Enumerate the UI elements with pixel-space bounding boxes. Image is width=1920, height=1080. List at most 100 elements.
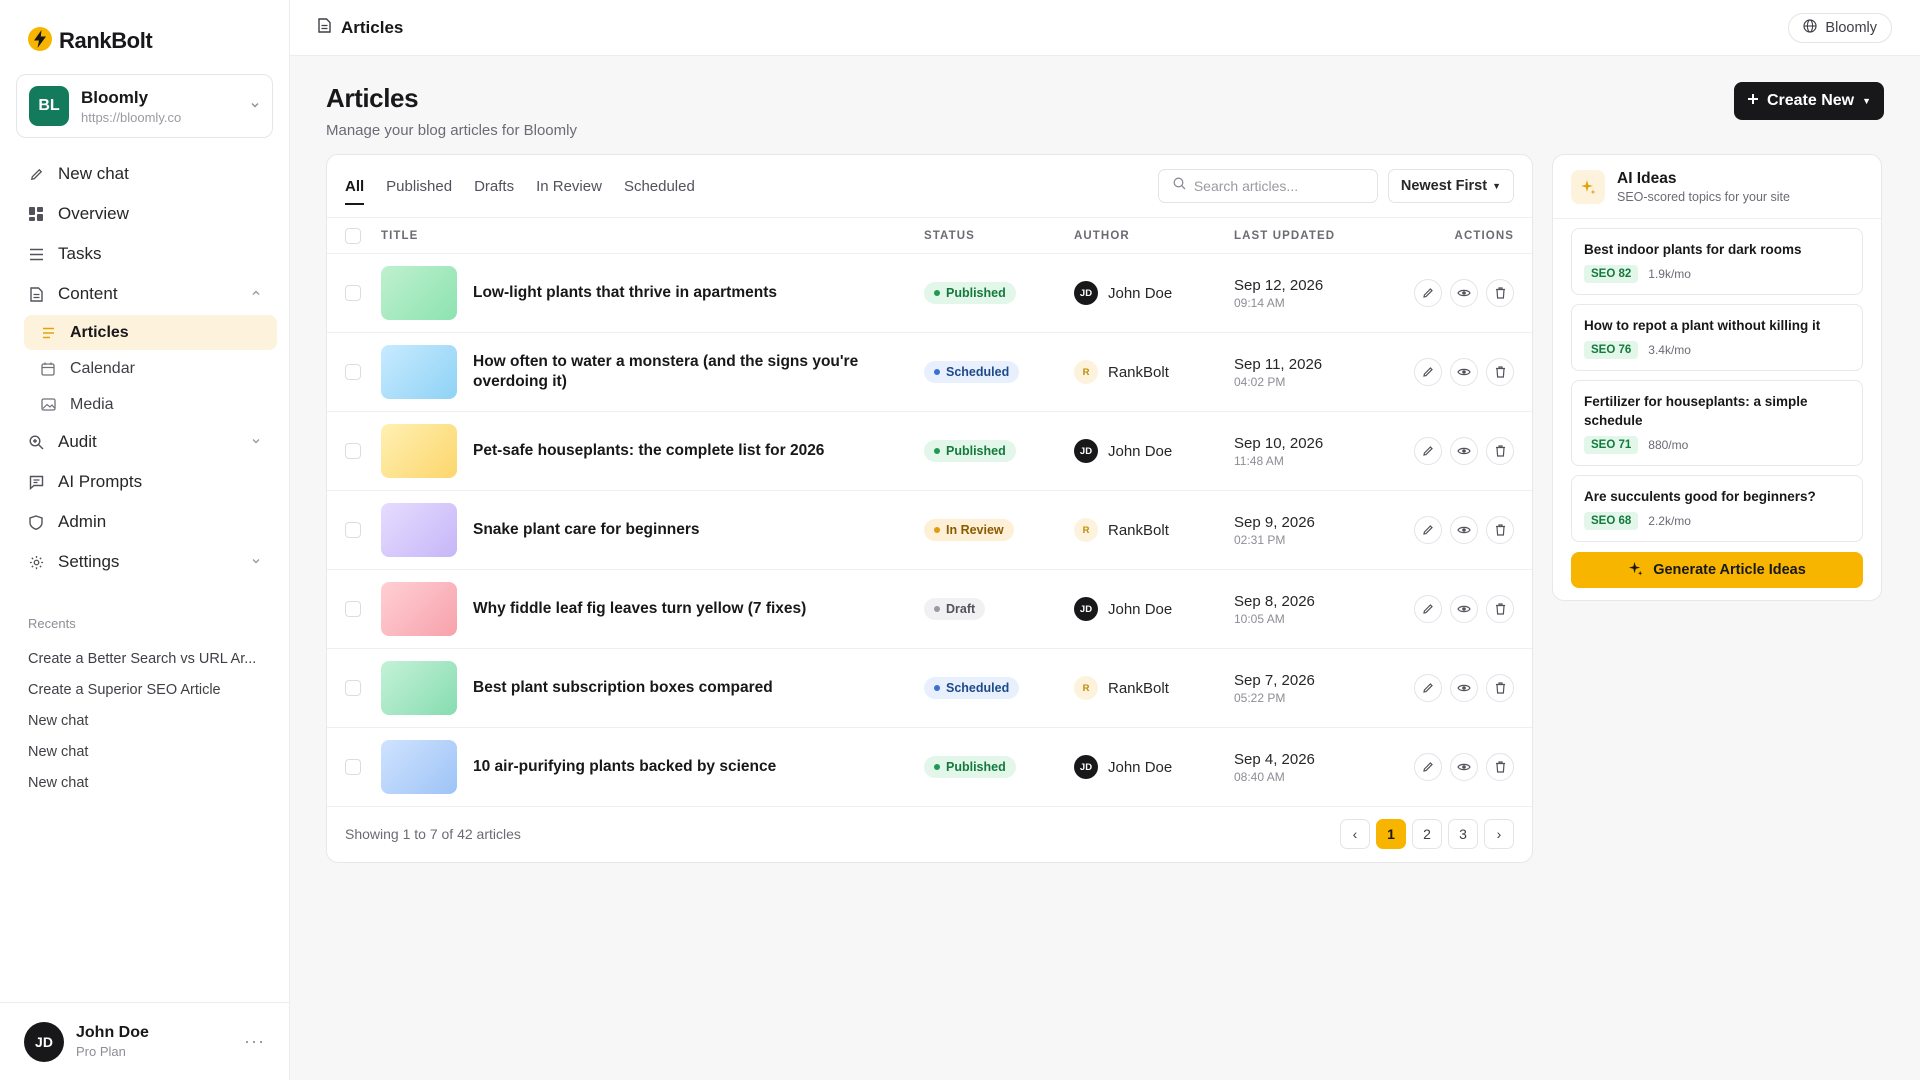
nav-admin[interactable]: Admin [12,502,277,542]
column-last-updated: LAST UPDATED [1234,229,1336,242]
topbar-title: Articles [341,17,404,37]
prev-page-button[interactable]: ‹ [1340,819,1370,849]
row-checkbox[interactable] [345,443,361,459]
row-checkbox[interactable] [345,522,361,538]
create-new-button[interactable]: Create New ▼ [1734,82,1884,120]
table-row: 10 air-purifying plants backed by scienc… [327,728,1532,807]
article-title[interactable]: Low-light plants that thrive in apartmen… [473,283,873,303]
page-title: Articles [326,83,419,113]
more-icon[interactable]: ··· [244,1031,265,1052]
tab-published[interactable]: Published [386,172,452,201]
nav-overview[interactable]: Overview [12,194,277,234]
next-page-button[interactable]: › [1484,819,1514,849]
brand-name: RankBolt [59,28,153,53]
recent-chat[interactable]: New chat [0,767,289,798]
nav-audit[interactable]: Audit [12,422,277,462]
user-name: John Doe [76,1024,149,1041]
magnifier-plus-icon [28,434,44,450]
edit-icon[interactable] [1414,753,1442,781]
user-profile[interactable]: JD John Doe Pro Plan ··· [0,1002,289,1080]
trash-icon[interactable] [1486,437,1514,465]
column-author: AUTHOR [1074,229,1130,242]
article-title[interactable]: Best plant subscription boxes compared [473,678,873,698]
nav-settings[interactable]: Settings [12,542,277,582]
status-badge: In Review [924,519,1014,541]
edit-icon[interactable] [1414,516,1442,544]
tab-all[interactable]: All [345,172,365,205]
article-title[interactable]: How often to water a monstera (and the s… [473,352,873,392]
site-switcher[interactable]: Bloomly [1788,12,1892,43]
nav-calendar[interactable]: Calendar [24,351,277,386]
sort-dropdown[interactable]: Newest First ▼ [1387,169,1514,203]
idea-card[interactable]: Are succulents good for beginners? SEO 6… [1571,475,1863,542]
eye-icon[interactable] [1450,516,1478,544]
row-checkbox[interactable] [345,364,361,380]
table-header: TITLE STATUS AUTHOR LAST UPDATED ACTIONS [327,218,1532,254]
eye-icon[interactable] [1450,279,1478,307]
trash-icon[interactable] [1486,279,1514,307]
workspace-url: https://bloomly.co [81,109,182,125]
trash-icon[interactable] [1486,516,1514,544]
edit-icon[interactable] [1414,595,1442,623]
edit-icon[interactable] [1414,674,1442,702]
nav-media[interactable]: Media [24,387,277,422]
eye-icon[interactable] [1450,358,1478,386]
chevron-down-icon [250,99,260,113]
eye-icon[interactable] [1450,753,1478,781]
idea-card[interactable]: How to repot a plant without killing it … [1571,304,1863,371]
edit-icon[interactable] [1414,437,1442,465]
page-button-2[interactable]: 2 [1412,819,1442,849]
workspace-switcher[interactable]: BL Bloomly https://bloomly.co [16,74,273,138]
select-all-checkbox[interactable] [345,227,361,244]
tab-in-review[interactable]: In Review [536,172,602,201]
edit-icon[interactable] [1414,358,1442,386]
nav-new-chat[interactable]: New chat [12,154,277,194]
updated-date: Sep 12, 2026 [1234,276,1324,294]
recent-chat[interactable]: Create a Superior SEO Article [0,674,289,705]
document-icon [318,17,331,38]
nav-tasks-label: Tasks [58,244,102,263]
nav-tasks[interactable]: Tasks [12,234,277,274]
eye-icon[interactable] [1450,595,1478,623]
recent-chat[interactable]: Create a Better Search vs URL Ar... [0,643,289,674]
nav-content-label: Content [58,284,118,303]
row-checkbox[interactable] [345,759,361,775]
idea-card[interactable]: Best indoor plants for dark rooms SEO 82… [1571,228,1863,295]
article-title[interactable]: Pet-safe houseplants: the complete list … [473,441,873,461]
recent-chat[interactable]: New chat [0,705,289,736]
recent-chat[interactable]: New chat [0,736,289,767]
ideas-subtitle: SEO-scored topics for your site [1617,189,1790,204]
brand[interactable]: RankBolt [0,0,289,58]
status-badge: Draft [924,598,986,620]
article-title[interactable]: Snake plant care for beginners [473,520,873,540]
nav-new-chat-label: New chat [58,164,129,183]
trash-icon[interactable] [1486,674,1514,702]
tab-drafts[interactable]: Drafts [474,172,514,201]
row-checkbox[interactable] [345,285,361,301]
trash-icon[interactable] [1486,595,1514,623]
row-checkbox[interactable] [345,601,361,617]
search-input[interactable] [1193,178,1363,194]
nav-content[interactable]: Content [12,274,277,314]
nav-ai-prompts[interactable]: AI Prompts [12,462,277,502]
page-button-1[interactable]: 1 [1376,819,1406,849]
article-title[interactable]: 10 air-purifying plants backed by scienc… [473,757,873,777]
grid-icon [28,206,44,222]
row-checkbox[interactable] [345,680,361,696]
nav-articles-label: Articles [70,323,129,341]
eye-icon[interactable] [1450,674,1478,702]
globe-icon [1803,18,1818,37]
page-button-3[interactable]: 3 [1448,819,1478,849]
trash-icon[interactable] [1486,753,1514,781]
article-thumbnail [381,582,457,636]
trash-icon[interactable] [1486,358,1514,386]
article-title[interactable]: Why fiddle leaf fig leaves turn yellow (… [473,599,873,619]
edit-icon[interactable] [1414,279,1442,307]
idea-card[interactable]: Fertilizer for houseplants: a simple sch… [1571,380,1863,466]
updated-time: 04:02 PM [1234,374,1286,389]
generate-ideas-button[interactable]: Generate Article Ideas [1571,552,1863,588]
updated-date: Sep 7, 2026 [1234,671,1315,689]
eye-icon[interactable] [1450,437,1478,465]
tab-scheduled[interactable]: Scheduled [624,172,695,201]
nav-articles[interactable]: Articles [24,315,277,350]
